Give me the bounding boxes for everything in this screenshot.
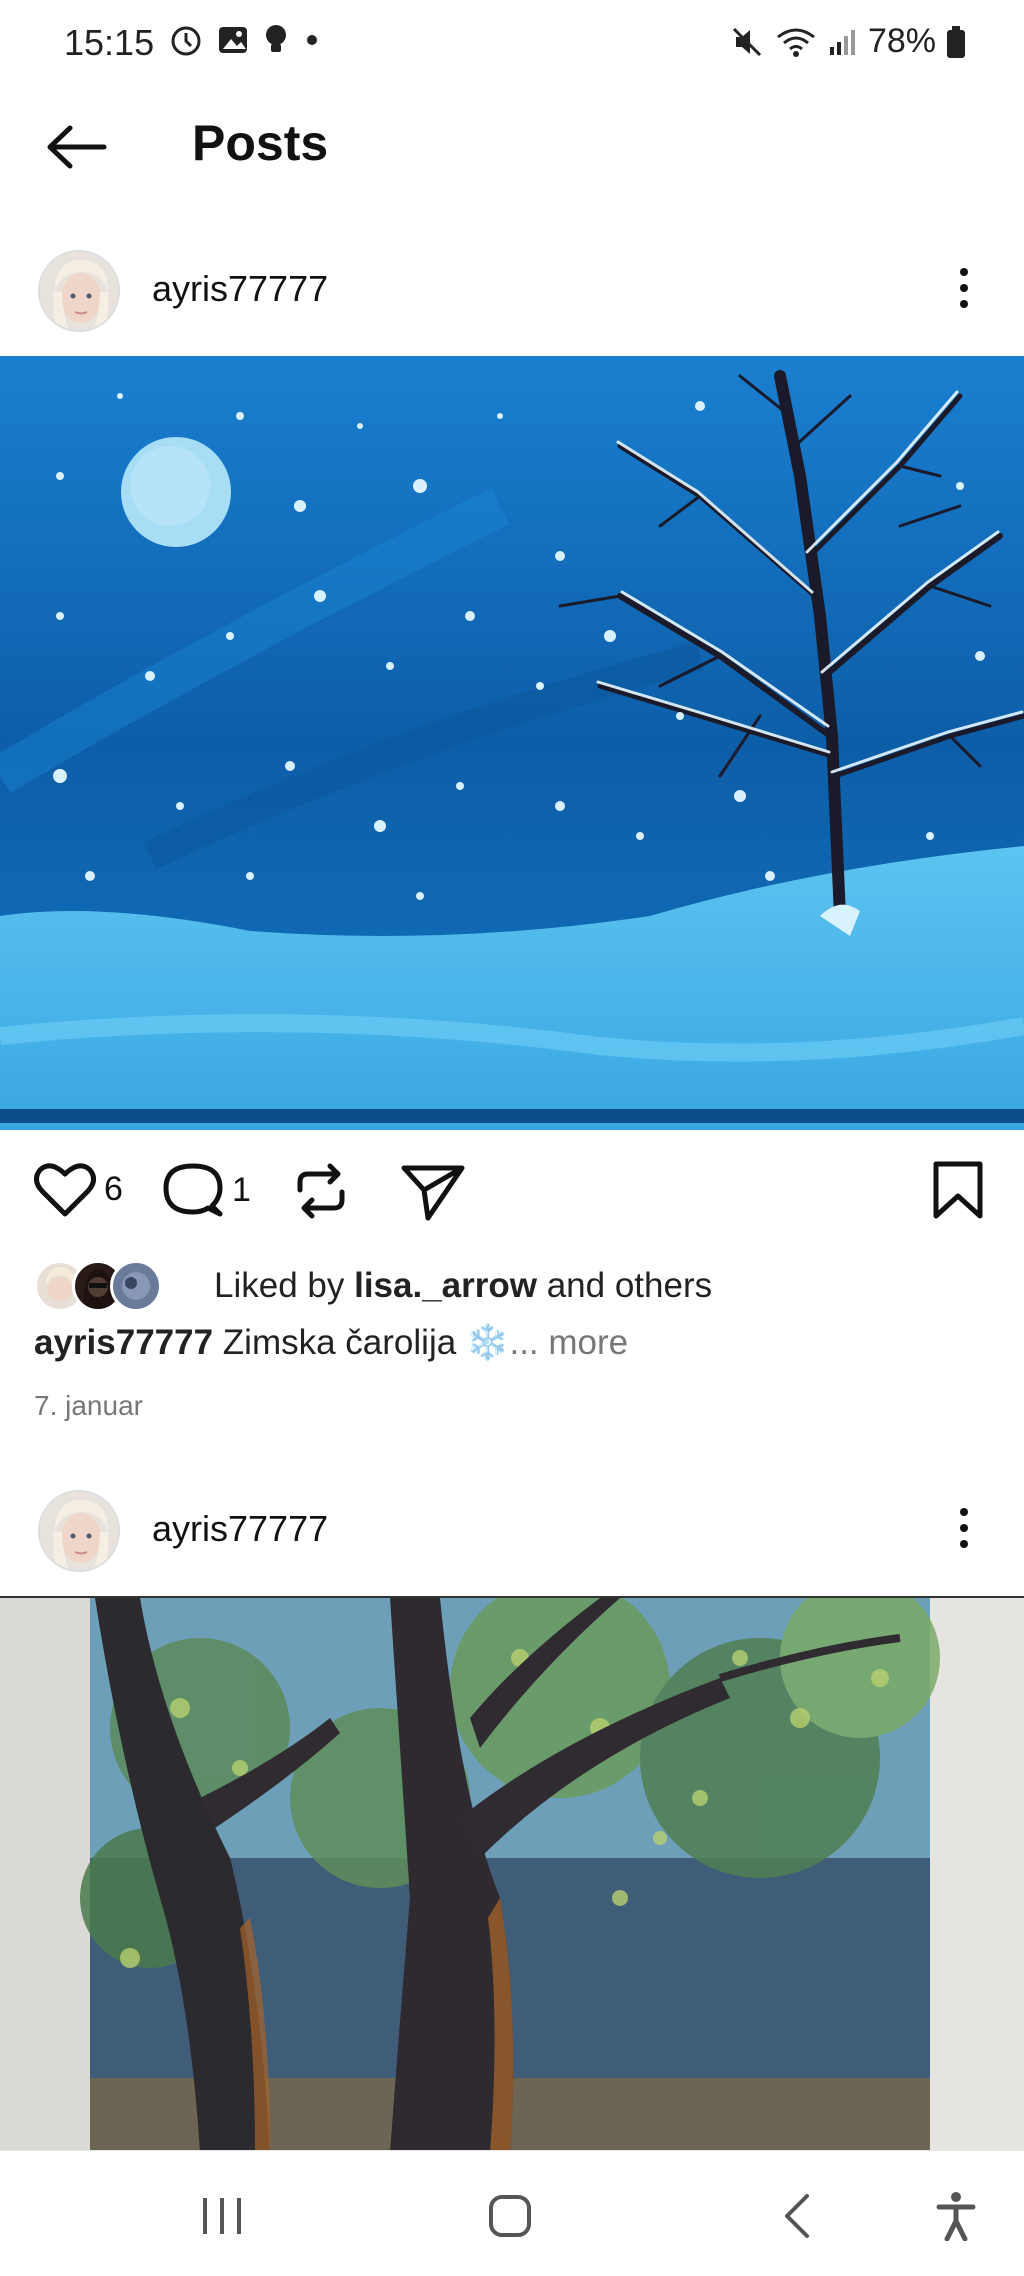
wifi-icon	[777, 28, 815, 57]
like-button[interactable]: 6	[34, 1160, 123, 1218]
dot-icon	[960, 284, 968, 292]
comment-icon	[163, 1163, 223, 1217]
liked-by-text: Liked by lisa._arrow and others	[214, 1266, 713, 1305]
avatar[interactable]	[38, 250, 120, 332]
dot-icon	[960, 268, 968, 276]
page-title: Posts	[192, 115, 329, 171]
share-button[interactable]	[400, 1160, 466, 1222]
caption-more-link[interactable]: ... more	[509, 1323, 628, 1362]
battery-icon	[947, 25, 965, 58]
recents-icon	[203, 2198, 241, 2234]
dot-icon	[960, 1540, 968, 1548]
mute-icon	[732, 27, 761, 56]
post-image-winter-painting[interactable]	[0, 356, 1024, 1130]
avatar	[110, 1260, 162, 1312]
lightbulb-icon	[266, 25, 286, 52]
accessibility-button[interactable]	[916, 2181, 996, 2251]
post-header: ayris77777	[0, 232, 1024, 342]
dot-icon	[960, 300, 968, 308]
alarm-icon	[171, 26, 201, 56]
top-app-bar: Posts	[0, 100, 1024, 190]
caption-username[interactable]: ayris77777	[34, 1323, 213, 1362]
liker-avatars	[34, 1260, 164, 1312]
post-actions: 6 1	[0, 1150, 1024, 1240]
repost-icon	[297, 1163, 345, 1219]
post-date: 7. januar	[34, 1390, 143, 1421]
more-options-button[interactable]	[944, 258, 984, 318]
caption-text: Zimska čarolija ❄️	[213, 1323, 510, 1362]
comment-button[interactable]: 1	[162, 1160, 251, 1220]
back-arrow-icon	[47, 125, 107, 169]
repost-button[interactable]	[290, 1160, 352, 1222]
dot-icon	[307, 35, 317, 45]
liked-by-row[interactable]: Liked by lisa._arrow and others	[34, 1258, 712, 1314]
recent-apps-button[interactable]	[182, 2181, 262, 2251]
post-username[interactable]: ayris77777	[152, 1508, 328, 1550]
post-caption: ayris77777 Zimska čarolija ❄️... more	[34, 1322, 628, 1363]
dot-icon	[960, 1524, 968, 1532]
status-time: 15:15	[64, 22, 155, 63]
avatar[interactable]	[38, 1490, 120, 1572]
liked-by-username[interactable]: lisa._arrow	[354, 1266, 537, 1305]
heart-icon	[34, 1163, 96, 1217]
home-icon	[489, 2195, 531, 2237]
back-nav-button[interactable]	[756, 2181, 836, 2251]
post-header: ayris77777	[0, 1472, 1024, 1582]
bookmark-icon	[933, 1161, 983, 1219]
gallery-icon	[219, 27, 247, 53]
signal-icon	[829, 29, 855, 55]
back-button[interactable]	[36, 112, 116, 182]
dot-icon	[960, 1508, 968, 1516]
home-button[interactable]	[470, 2181, 550, 2251]
post-image-tree-painting[interactable]	[0, 1596, 1024, 2150]
system-nav-bar	[0, 2150, 1024, 2276]
comment-count: 1	[232, 1170, 251, 1209]
battery-percent: 78%	[867, 22, 936, 60]
more-options-button[interactable]	[944, 1498, 984, 1558]
send-icon	[401, 1165, 465, 1221]
accessibility-icon	[936, 2192, 976, 2241]
chevron-left-icon	[785, 2194, 809, 2238]
post-username[interactable]: ayris77777	[152, 268, 328, 310]
status-bar: 15:15 78%	[0, 0, 1024, 90]
save-button[interactable]	[932, 1160, 984, 1220]
like-count: 6	[104, 1169, 123, 1208]
